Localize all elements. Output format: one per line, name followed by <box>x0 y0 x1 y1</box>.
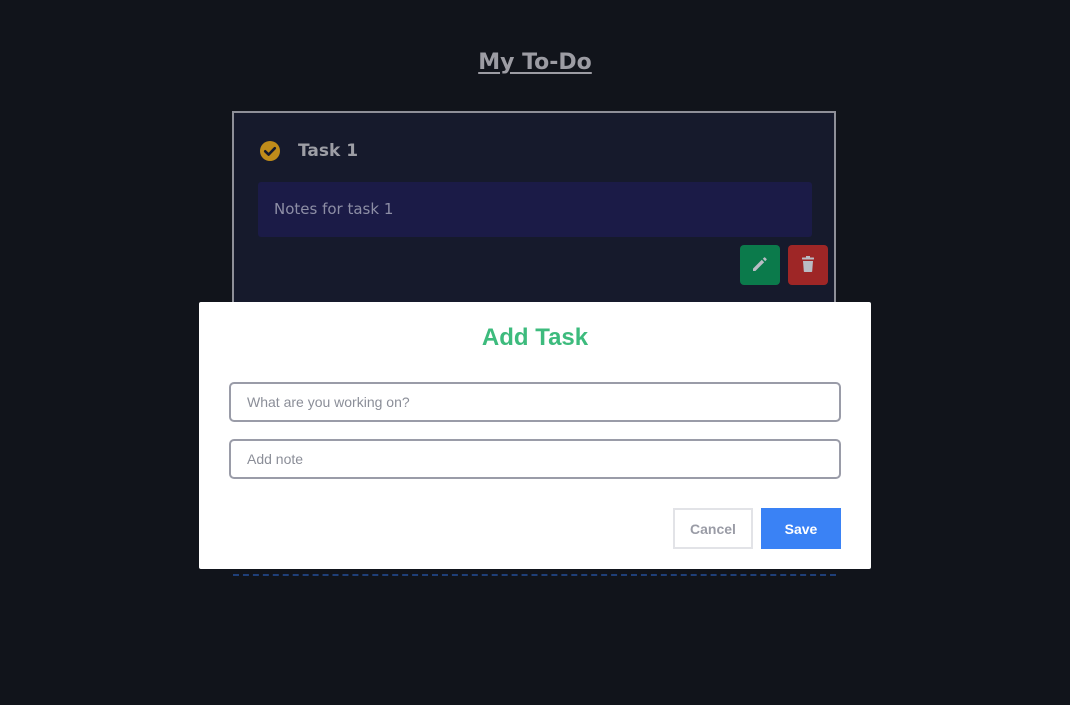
page: My To-Do Task 1 Notes for task 1 Add Tas… <box>0 0 1070 705</box>
pencil-icon <box>750 254 770 277</box>
edit-task-button[interactable] <box>740 245 780 285</box>
save-button[interactable]: Save <box>761 508 841 549</box>
task-notes: Notes for task 1 <box>258 182 812 237</box>
task-note-input[interactable] <box>229 439 841 479</box>
task-card: Task 1 Notes for task 1 <box>232 111 836 311</box>
cancel-button[interactable]: Cancel <box>673 508 753 549</box>
task-title: Task 1 <box>298 141 359 161</box>
page-title: My To-Do <box>478 50 592 75</box>
add-task-modal: Add Task Cancel Save <box>199 302 871 569</box>
task-header: Task 1 <box>259 140 358 162</box>
trash-icon <box>798 254 818 277</box>
delete-task-button[interactable] <box>788 245 828 285</box>
task-title-input[interactable] <box>229 382 841 422</box>
modal-title: Add Task <box>481 324 589 351</box>
check-circle-icon[interactable] <box>259 140 281 162</box>
